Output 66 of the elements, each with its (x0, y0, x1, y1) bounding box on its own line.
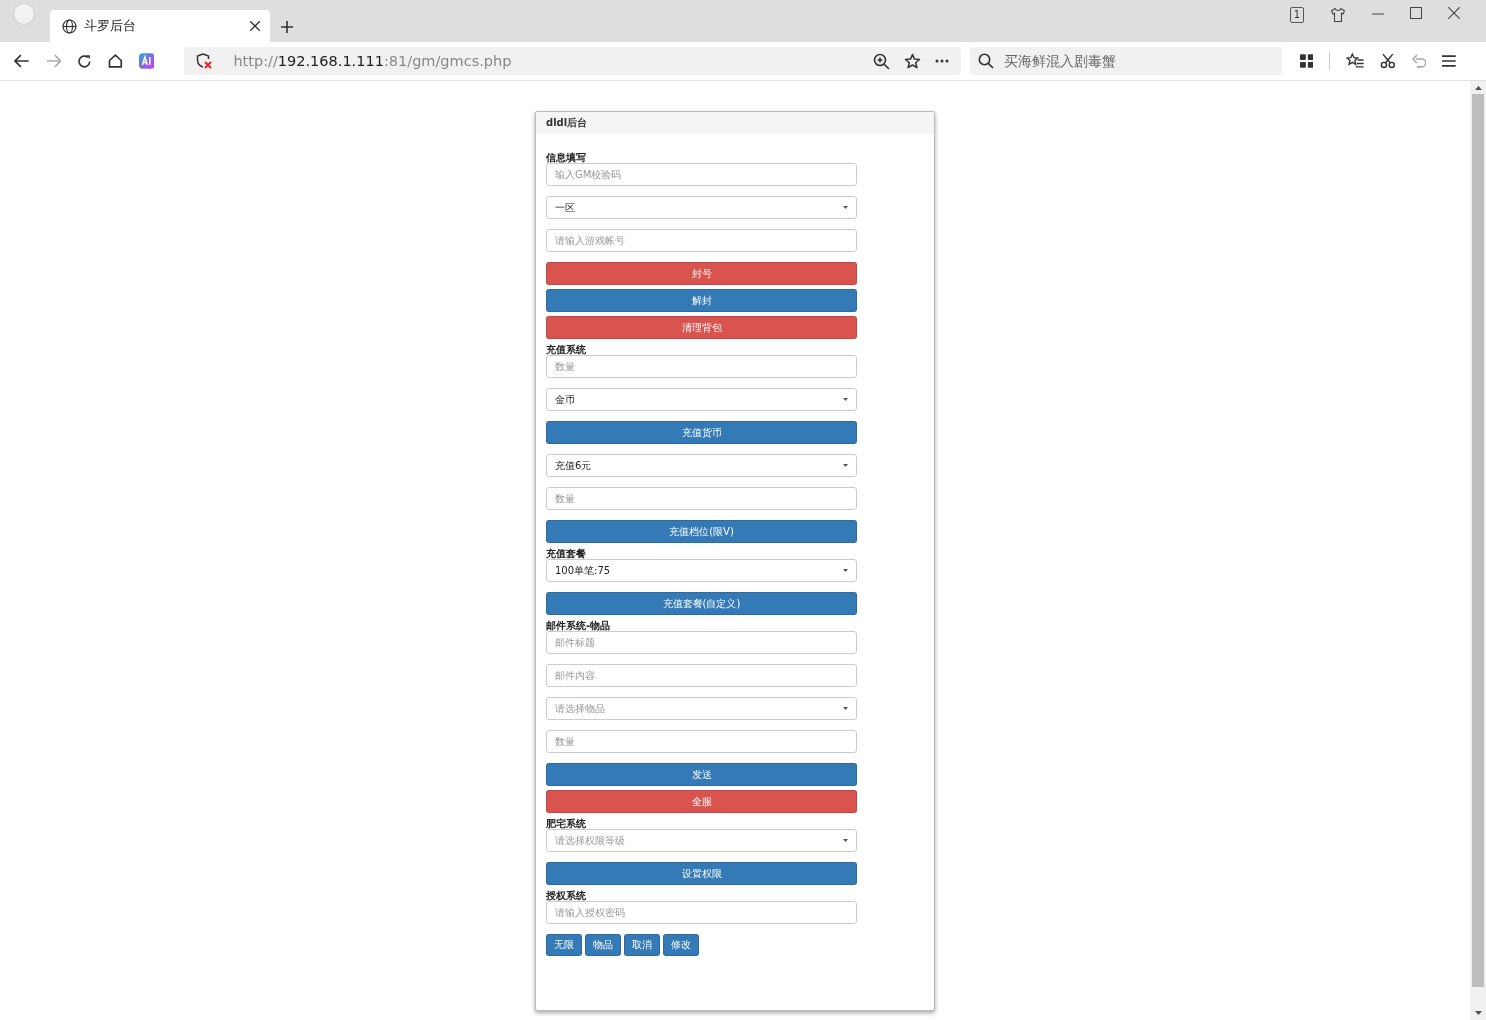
ai-icon[interactable] (138, 53, 155, 69)
back-icon[interactable] (14, 54, 30, 68)
browser-tab[interactable]: 斗罗后台 (50, 10, 270, 42)
close-icon[interactable] (1448, 7, 1460, 19)
action-button[interactable]: 发送 (546, 763, 857, 786)
action-button[interactable]: 修改 (663, 934, 699, 956)
globe-icon (62, 18, 77, 34)
action-button[interactable]: 解封 (546, 289, 857, 312)
action-button[interactable]: 充值货币 (546, 421, 857, 444)
caret-icon (843, 464, 848, 467)
panel-title: dldl后台 (546, 116, 588, 130)
section-label: 信息填写 (546, 153, 587, 163)
input-field[interactable]: 邮件标题 (546, 631, 857, 654)
more-icon[interactable] (935, 59, 950, 63)
reload-icon[interactable] (77, 53, 93, 69)
search-field[interactable]: 买海鲜混入剧毒蟹 (970, 47, 1282, 75)
scroll-up-icon[interactable] (1474, 86, 1482, 90)
scroll-down-icon[interactable] (1474, 1011, 1482, 1015)
shield-icon[interactable] (196, 52, 214, 70)
section-label: 授权系统 (546, 891, 587, 901)
maximize-icon[interactable] (1410, 7, 1422, 19)
dropdown[interactable]: 一区 (546, 196, 857, 219)
action-button[interactable]: 全服 (546, 790, 857, 813)
caret-icon (843, 398, 848, 401)
dropdown[interactable]: 请选择权限等级 (546, 829, 857, 852)
scissors-icon[interactable] (1379, 53, 1396, 69)
input-field[interactable]: 数量 (546, 730, 857, 753)
caret-icon (843, 839, 848, 842)
scrollbar-thumb[interactable] (1472, 94, 1484, 987)
dropdown[interactable]: 充值6元 (546, 454, 857, 477)
input-field[interactable]: 邮件内容 (546, 664, 857, 687)
shirt-icon[interactable] (1330, 7, 1346, 23)
tab-title: 斗罗后台 (84, 17, 137, 35)
action-button[interactable]: 封号 (546, 262, 857, 285)
section-label: 肥宅系统 (546, 819, 587, 829)
zoom-icon[interactable] (873, 52, 891, 70)
action-button[interactable]: 充值套餐(自定义) (546, 592, 857, 615)
favorites-list-icon[interactable] (1346, 53, 1364, 69)
dropdown[interactable]: 请选择物品 (546, 697, 857, 720)
caret-icon (843, 206, 848, 209)
input-field[interactable]: 请输入授权密码 (546, 901, 857, 924)
menu-icon[interactable] (1442, 55, 1457, 67)
scrollbar[interactable] (1470, 81, 1486, 1020)
section-label: 充值套餐 (546, 549, 587, 559)
action-button[interactable]: 清理背包 (546, 316, 857, 339)
grid-icon[interactable] (1299, 54, 1314, 68)
action-button[interactable]: 设置权限 (546, 862, 857, 885)
input-field[interactable]: 输入GM校验码 (546, 163, 857, 186)
caret-icon (843, 569, 848, 572)
tab-count-button[interactable]: 1 (1290, 7, 1304, 23)
action-button[interactable]: 取消 (624, 934, 660, 956)
action-button[interactable]: 充值档位(限V) (546, 520, 857, 543)
input-field[interactable]: 请输入游戏帐号 (546, 229, 857, 252)
caret-icon (843, 707, 848, 710)
input-field[interactable]: 数量 (546, 487, 857, 510)
action-button[interactable]: 物品 (585, 934, 621, 956)
dropdown[interactable]: 100单笔:75 (546, 559, 857, 582)
section-label: 邮件系统-物品 (546, 621, 612, 631)
section-label: 充值系统 (546, 345, 587, 355)
home-icon[interactable] (108, 54, 123, 68)
close-icon[interactable] (250, 21, 260, 31)
input-field[interactable]: 数量 (546, 355, 857, 378)
new-tab-button[interactable] (280, 20, 294, 34)
action-button[interactable]: 无限 (546, 934, 582, 956)
star-icon[interactable] (904, 52, 922, 70)
dropdown[interactable]: 金币 (546, 388, 857, 411)
